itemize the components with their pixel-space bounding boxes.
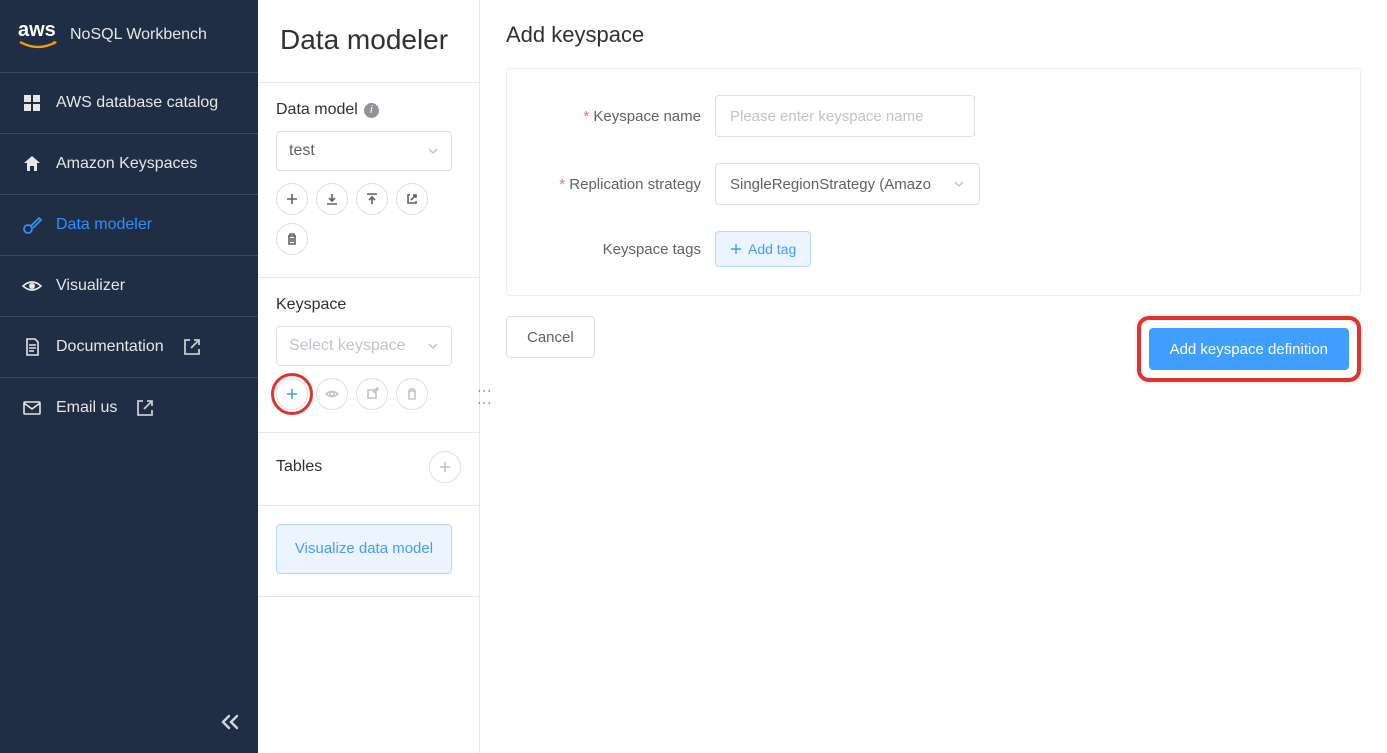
keyspace-placeholder: Select keyspace [289,337,406,355]
chevron-double-left-icon [220,714,240,730]
add-table-button [429,451,461,483]
keyspace-name-row: Keyspace name [535,95,1332,137]
eye-icon [22,276,42,296]
datamodel-select[interactable]: test [276,131,452,171]
nav-label: Data modeler [56,216,152,234]
tables-section: Tables [258,432,479,505]
delete-datamodel-button[interactable] [276,223,308,255]
add-datamodel-button[interactable] [276,183,308,215]
resize-handle[interactable]: ⋮⋮ [477,384,493,408]
document-icon [22,337,42,357]
keyspace-tags-label: Keyspace tags [535,241,715,258]
panel-heading: Data modeler [258,0,479,82]
chevron-down-icon [427,340,439,352]
grid-icon [22,93,42,113]
nav-data-modeler[interactable]: Data modeler [0,195,258,255]
nav-amazon-keyspaces[interactable]: Amazon Keyspaces [0,134,258,194]
plus-icon [285,192,299,206]
info-icon[interactable]: i [364,103,379,118]
datamodel-label-row: Data model i [276,101,461,119]
main-content: ⋮⋮ Add keyspace Keyspace name Replicatio… [480,0,1387,753]
cancel-button[interactable]: Cancel [506,316,595,358]
delete-keyspace-button [396,378,428,410]
plus-icon [438,460,452,474]
upload-icon [365,192,379,206]
aws-smile-icon [18,40,58,50]
nav-email-us[interactable]: Email us [0,378,258,438]
datamodel-value: test [289,142,315,160]
trash-icon [285,232,299,246]
form-actions: Cancel Add keyspace definition [506,316,1361,382]
add-tag-button[interactable]: Add tag [715,231,811,267]
home-icon [22,154,42,174]
mail-icon [22,398,42,418]
replication-strategy-label: Replication strategy [535,176,715,193]
datamodel-actions [276,183,461,255]
download-icon [325,192,339,206]
add-keyspace-definition-button[interactable]: Add keyspace definition [1149,328,1349,370]
keyspace-select[interactable]: Select keyspace [276,326,452,366]
draft-icon [22,215,42,235]
edit-icon [365,387,379,401]
app-title: NoSQL Workbench [70,26,207,44]
replication-strategy-value: SingleRegionStrategy (Amazo [730,176,931,193]
keyspace-name-input[interactable] [715,95,975,137]
view-keyspace-button [316,378,348,410]
keyspace-label: Keyspace [276,296,461,314]
nav-label: AWS database catalog [56,94,218,112]
eye-icon [325,387,339,401]
plus-icon [730,243,742,255]
import-datamodel-button[interactable] [316,183,348,215]
nav-label: Email us [56,399,117,417]
keyspace-actions [276,378,461,410]
keyspace-name-label: Keyspace name [535,108,715,125]
app-sidebar: aws NoSQL Workbench AWS database catalog… [0,0,258,753]
nav-documentation[interactable]: Documentation [0,317,258,377]
add-keyspace-button[interactable] [276,378,308,410]
datamodel-label: Data model [276,101,358,119]
external-link-icon [405,192,419,206]
replication-strategy-select[interactable]: SingleRegionStrategy (Amazo [715,163,980,205]
add-tag-label: Add tag [748,241,796,257]
export-datamodel-button[interactable] [356,183,388,215]
form-title: Add keyspace [506,22,1361,48]
keyspace-tags-row: Keyspace tags Add tag [535,231,1332,267]
keyspace-form-card: Keyspace name Replication strategy Singl… [506,68,1361,296]
keyspace-section: Keyspace Select keyspace [258,277,479,432]
nav-label: Amazon Keyspaces [56,155,197,173]
external-link-icon [135,398,155,418]
aws-logo: aws [18,20,58,50]
visualize-section: Visualize data model [258,505,479,597]
tables-label: Tables [276,458,322,476]
aws-logo-text: aws [18,19,56,41]
share-datamodel-button[interactable] [396,183,428,215]
external-link-icon [182,337,202,357]
nav-aws-database-catalog[interactable]: AWS database catalog [0,73,258,133]
chevron-down-icon [427,145,439,157]
datamodel-section: Data model i test [258,82,479,277]
plus-icon [285,387,299,401]
nav-label: Documentation [56,338,164,356]
replication-strategy-row: Replication strategy SingleRegionStrateg… [535,163,1332,205]
nav-label: Visualizer [56,277,125,295]
collapse-sidebar-button[interactable] [220,714,240,735]
visualize-data-model-button[interactable]: Visualize data model [276,524,452,574]
trash-icon [405,387,419,401]
chevron-down-icon [953,178,965,190]
logo-row: aws NoSQL Workbench [0,0,258,72]
nav-visualizer[interactable]: Visualizer [0,256,258,316]
edit-keyspace-button [356,378,388,410]
submit-highlight: Add keyspace definition [1137,316,1361,382]
modeler-panel: Data modeler Data model i test Keyspace … [258,0,480,753]
